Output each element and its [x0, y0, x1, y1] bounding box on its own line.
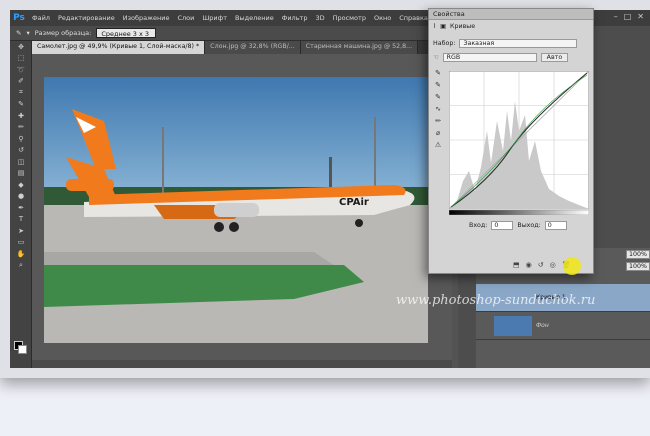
clip-to-layer-icon[interactable]: ⬒ — [513, 261, 520, 269]
properties-panel: Свойства ⌇ ▣ Кривые Набор: Заказная ☜ RG… — [428, 8, 594, 274]
smooth-icon[interactable]: ⌀ — [432, 129, 444, 141]
quick-select-tool-icon[interactable]: ✐ — [10, 76, 32, 88]
eyedropper-icon[interactable]: ✎ — [16, 29, 21, 37]
menu-3d[interactable]: 3D — [311, 14, 328, 22]
brush-tool-icon[interactable]: ✏ — [10, 122, 32, 134]
canvas-area[interactable]: CPAir — [32, 54, 452, 360]
move-tool-icon[interactable]: ✥ — [10, 41, 32, 53]
pencil-icon[interactable]: ✏ — [432, 117, 444, 129]
preset-select[interactable]: Заказная — [459, 39, 578, 48]
tab-elephant[interactable]: Слон.jpg @ 32,8% (RGB/... — [205, 41, 301, 54]
background-thumbnail — [494, 316, 532, 336]
tab-vintage-car[interactable]: Старинная машина.jpg @ 52,8... — [300, 41, 419, 54]
curves-tools: ✎ ✎ ✎ ∿ ✏ ⌀ ⚠ — [432, 69, 444, 153]
tools-panel: ✥ ⬚ ➰ ✐ ⌗ ✎ ✚ ✏ ⚲ ↺ ◫ ▤ ◆ ● ✒ T ➤ ▭ ✋ ⌕ — [10, 41, 32, 368]
output-label: Выход: — [517, 222, 541, 229]
output-field[interactable]: 0 — [544, 221, 567, 230]
history-brush-icon[interactable]: ↺ — [10, 145, 32, 157]
stamp-tool-icon[interactable]: ⚲ — [10, 133, 32, 145]
window-controls: – □ ✕ — [614, 12, 644, 21]
watermark: www.photoshop-sunduchok.ru — [396, 293, 596, 308]
document-tabs: Самолет.jpg @ 49,9% (Кривые 1, Слой-маск… — [32, 41, 452, 54]
menu-window[interactable]: Окно — [370, 14, 395, 22]
menu-layers[interactable]: Слои — [173, 14, 198, 22]
adjustment-header: ⌇ ▣ Кривые — [433, 23, 475, 30]
menu-filter[interactable]: Фильтр — [278, 14, 312, 22]
hand-tool-icon[interactable]: ✋ — [10, 248, 32, 260]
menu-file[interactable]: Файл — [28, 14, 54, 22]
screen: Ps Файл Редактирование Изображение Слои … — [0, 0, 650, 436]
background-color-swatch[interactable] — [18, 345, 27, 354]
menu-type[interactable]: Шрифт — [198, 14, 231, 22]
lasso-tool-icon[interactable]: ➰ — [10, 64, 32, 76]
curves-icon: ⌇ — [433, 23, 437, 30]
tab-airplane[interactable]: Самолет.jpg @ 49,9% (Кривые 1, Слой-маск… — [32, 41, 206, 54]
eraser-tool-icon[interactable]: ◫ — [10, 156, 32, 168]
visibility-icon[interactable]: ◎ — [550, 261, 556, 269]
crop-tool-icon[interactable]: ⌗ — [10, 87, 32, 99]
opacity-value[interactable]: 100% — [626, 250, 650, 259]
chevron-down-icon[interactable]: ▾ — [26, 29, 29, 37]
status-bar — [32, 360, 452, 368]
channel-select[interactable]: RGB — [442, 53, 537, 62]
menu-edit[interactable]: Редактирование — [54, 14, 119, 22]
black-point-eyedropper-icon[interactable]: ✎ — [432, 69, 444, 81]
sample-size-select[interactable]: Среднее 3 х 3 — [96, 28, 157, 38]
sample-size-label: Размер образца: — [34, 29, 92, 37]
input-label: Вход: — [469, 222, 488, 229]
preset-label: Набор: — [433, 40, 456, 47]
airplane-image: CPAir — [44, 77, 428, 343]
menu-help[interactable]: Справка — [395, 14, 432, 22]
app-logo: Ps — [13, 13, 25, 23]
input-field[interactable]: 0 — [491, 221, 514, 230]
eyedropper-tool-icon[interactable]: ✎ — [10, 99, 32, 111]
mask-icon[interactable]: ▣ — [440, 23, 446, 30]
curves-gradient-bar — [449, 210, 589, 215]
shape-tool-icon[interactable]: ▭ — [10, 237, 32, 249]
menu-image[interactable]: Изображение — [119, 14, 174, 22]
aircraft-livery-text: CPAir — [339, 197, 369, 208]
type-tool-icon[interactable]: T — [10, 214, 32, 226]
layer-row-background[interactable]: Фон — [476, 312, 650, 340]
input-output-row: Вход: 0 Выход: 0 — [469, 221, 567, 230]
hand-adjust-icon[interactable]: ☜ — [433, 54, 439, 61]
reset-icon[interactable]: ↺ — [538, 261, 544, 269]
white-point-eyedropper-icon[interactable]: ✎ — [432, 93, 444, 105]
properties-footer: ⬒ ◉ ↺ ◎ 🗑 — [513, 261, 571, 269]
minimize-icon[interactable]: – — [614, 12, 618, 21]
maximize-icon[interactable]: □ — [624, 12, 632, 21]
clipping-warning-icon[interactable]: ⚠ — [432, 141, 444, 153]
zoom-tool-icon[interactable]: ⌕ — [10, 260, 32, 272]
curve-edit-icon[interactable]: ∿ — [432, 105, 444, 117]
dodge-tool-icon[interactable]: ● — [10, 191, 32, 203]
close-icon[interactable]: ✕ — [637, 12, 644, 21]
airplane-photo[interactable]: CPAir — [44, 77, 428, 343]
pen-tool-icon[interactable]: ✒ — [10, 202, 32, 214]
auto-button[interactable]: Авто — [540, 53, 569, 62]
fill-value[interactable]: 100% — [626, 262, 650, 271]
menu-view[interactable]: Просмотр — [329, 14, 370, 22]
path-select-icon[interactable]: ➤ — [10, 225, 32, 237]
cursor-highlight — [563, 257, 581, 275]
adjustment-name: Кривые — [450, 23, 476, 30]
curves-graph[interactable] — [449, 71, 589, 209]
view-previous-icon[interactable]: ◉ — [526, 261, 532, 269]
menu-select[interactable]: Выделение — [231, 14, 278, 22]
marquee-tool-icon[interactable]: ⬚ — [10, 53, 32, 65]
gray-point-eyedropper-icon[interactable]: ✎ — [432, 81, 444, 93]
preset-row: Набор: Заказная — [433, 39, 578, 48]
healing-tool-icon[interactable]: ✚ — [10, 110, 32, 122]
properties-title: Свойства — [429, 9, 593, 20]
channel-row: ☜ RGB Авто — [433, 53, 569, 62]
blur-tool-icon[interactable]: ◆ — [10, 179, 32, 191]
layer-name-background: Фон — [536, 322, 549, 329]
gradient-tool-icon[interactable]: ▤ — [10, 168, 32, 180]
